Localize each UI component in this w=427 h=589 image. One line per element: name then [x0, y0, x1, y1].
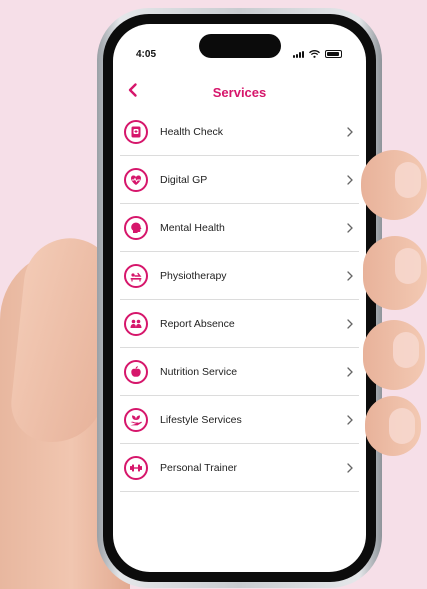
phone-screen: 4:05 Services Health Check Digital GP Me… [113, 24, 366, 572]
app-header: Services [113, 76, 366, 106]
finger-index [361, 150, 427, 220]
chevron-right-icon [347, 318, 353, 329]
finger-ring [363, 320, 425, 390]
dynamic-island [198, 34, 281, 58]
apple-icon [124, 359, 148, 384]
chevron-right-icon [347, 414, 353, 425]
services-list: Health Check Digital GP Mental Health Ph… [120, 108, 359, 492]
service-item-lifestyle-services[interactable]: Lifestyle Services [120, 396, 359, 444]
service-label: Physiotherapy [160, 269, 227, 282]
service-item-nutrition-service[interactable]: Nutrition Service [120, 348, 359, 396]
chevron-right-icon [347, 462, 353, 473]
status-time: 4:05 [136, 49, 157, 60]
service-item-report-absence[interactable]: Report Absence [120, 300, 359, 348]
chevron-right-icon [347, 174, 353, 185]
people-icon [124, 311, 148, 336]
chevron-right-icon [347, 126, 353, 137]
leaf-hand-icon [124, 407, 148, 432]
phone-frame: 4:05 Services Health Check Digital GP Me… [97, 8, 382, 588]
service-label: Health Check [160, 125, 224, 138]
service-item-health-check[interactable]: Health Check [120, 108, 359, 156]
service-label: Digital GP [160, 173, 208, 186]
wifi-icon [309, 50, 320, 58]
service-label: Personal Trainer [160, 461, 238, 474]
finger-middle [363, 236, 427, 310]
head-icon [124, 215, 148, 240]
page-title: Services [212, 85, 267, 100]
status-icons [293, 50, 342, 58]
service-label: Mental Health [160, 221, 225, 234]
service-item-digital-gp[interactable]: Digital GP [120, 156, 359, 204]
health-check-icon [124, 119, 148, 144]
service-item-physiotherapy[interactable]: Physiotherapy [120, 252, 359, 300]
service-label: Lifestyle Services [160, 413, 242, 426]
finger-pinky [365, 396, 421, 456]
service-item-mental-health[interactable]: Mental Health [120, 204, 359, 252]
phone-bezel: 4:05 Services Health Check Digital GP Me… [103, 14, 376, 582]
service-label: Report Absence [160, 317, 235, 330]
dumbbell-icon [124, 455, 148, 480]
chevron-right-icon [347, 366, 353, 377]
massage-icon [124, 263, 148, 288]
service-label: Nutrition Service [160, 365, 238, 378]
heart-pulse-icon [124, 167, 148, 192]
chevron-right-icon [347, 222, 353, 233]
service-item-personal-trainer[interactable]: Personal Trainer [120, 444, 359, 492]
hand-fingers [355, 140, 427, 460]
battery-icon [325, 50, 342, 58]
signal-icon [293, 50, 304, 58]
chevron-right-icon [347, 270, 353, 281]
